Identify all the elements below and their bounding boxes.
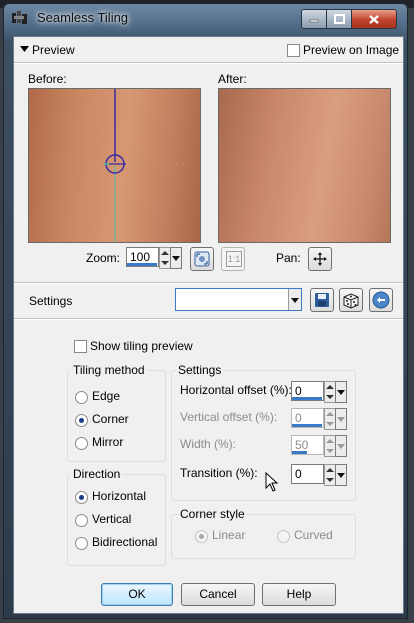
vertical-offset-dropdown[interactable] xyxy=(335,408,347,430)
pan-label: Pan: xyxy=(276,251,301,265)
tiling-method-edge-radio[interactable] xyxy=(75,391,88,404)
width-spinner[interactable]: 50 xyxy=(291,435,347,457)
direction-vertical-label[interactable]: Vertical xyxy=(92,512,131,526)
minimize-button[interactable] xyxy=(301,9,327,29)
transition-dropdown[interactable] xyxy=(335,464,347,486)
ok-button[interactable]: OK xyxy=(101,583,173,606)
tiling-method-edge-label[interactable]: Edge xyxy=(92,389,120,403)
zoom-value: 100 xyxy=(130,250,151,264)
tiling-method-mirror-radio[interactable] xyxy=(75,437,88,450)
direction-title: Direction xyxy=(71,467,123,481)
width-dropdown[interactable] xyxy=(335,435,347,457)
zoom-spinner[interactable]: 100 xyxy=(126,247,182,269)
preview-on-image-label[interactable]: Preview on Image xyxy=(303,43,399,57)
minimize-icon xyxy=(309,19,319,23)
tiling-crosshair[interactable] xyxy=(29,89,200,242)
show-tiling-preview-checkbox[interactable] xyxy=(74,340,87,353)
settings-group: Settings Horizontal offset (%): 0 Vertic… xyxy=(171,363,356,501)
direction-group: Direction Horizontal Vertical Bidirectio… xyxy=(67,467,166,566)
after-preview-image xyxy=(218,88,391,243)
tiling-method-title: Tiling method xyxy=(71,363,147,377)
zoom-dropdown[interactable] xyxy=(170,247,182,269)
before-preview-image[interactable] xyxy=(28,88,201,243)
vertical-offset-label: Vertical offset (%): xyxy=(180,410,278,424)
undo-arrow-icon xyxy=(372,291,390,309)
before-label: Before: xyxy=(28,72,67,86)
maximize-icon xyxy=(333,14,345,24)
window-title: Seamless Tiling xyxy=(37,10,129,25)
corner-style-group: Corner style Linear Curved xyxy=(171,507,356,559)
settings-top-divider xyxy=(14,282,403,284)
collapse-triangle-icon[interactable] xyxy=(20,46,29,53)
transition-value: 0 xyxy=(295,467,302,481)
direction-horizontal-label[interactable]: Horizontal xyxy=(92,489,146,503)
corner-style-linear-label[interactable]: Linear xyxy=(212,528,245,542)
vertical-offset-spinner[interactable]: 0 xyxy=(291,408,347,430)
cancel-button[interactable]: Cancel xyxy=(181,583,255,606)
zoom-to-fit-button[interactable] xyxy=(190,247,214,271)
direction-bidirectional-label[interactable]: Bidirectional xyxy=(92,535,157,549)
horizontal-offset-label: Horizontal offset (%): xyxy=(180,383,292,397)
close-button[interactable] xyxy=(351,9,397,29)
settings-bottom-divider xyxy=(14,318,403,320)
corner-style-title: Corner style xyxy=(178,507,247,521)
pan-button[interactable] xyxy=(308,247,332,271)
preset-dropdown[interactable] xyxy=(175,288,302,311)
tiling-method-corner-radio[interactable] xyxy=(75,414,88,427)
settings-bar-label: Settings xyxy=(29,294,73,308)
move-icon xyxy=(313,252,327,266)
preview-divider xyxy=(14,62,403,64)
direction-horizontal-radio[interactable] xyxy=(75,491,88,504)
direction-bidirectional-radio[interactable] xyxy=(75,537,88,550)
preview-section-label[interactable]: Preview xyxy=(32,43,75,57)
preview-on-image-checkbox[interactable] xyxy=(287,44,300,57)
preset-dropdown-arrow[interactable] xyxy=(288,289,301,310)
tiling-method-mirror-label[interactable]: Mirror xyxy=(92,435,123,449)
corner-style-curved-radio[interactable] xyxy=(277,530,290,543)
horizontal-offset-value: 0 xyxy=(295,384,302,398)
transition-slider[interactable] xyxy=(292,480,322,483)
chevron-down-icon xyxy=(291,298,299,303)
horizontal-offset-slider[interactable] xyxy=(292,397,322,400)
transition-spinner[interactable]: 0 xyxy=(291,464,347,486)
mouse-cursor-icon xyxy=(265,472,279,492)
tiling-method-corner-label[interactable]: Corner xyxy=(92,412,129,426)
corner-style-curved-label[interactable]: Curved xyxy=(294,528,333,542)
close-icon xyxy=(369,14,379,24)
vertical-offset-value: 0 xyxy=(295,411,302,425)
after-label: After: xyxy=(218,72,247,86)
dialog-client-area: Preview Preview on Image Before: After: … xyxy=(13,36,404,614)
reset-button[interactable] xyxy=(369,288,393,312)
zoom-fit-icon xyxy=(194,251,210,267)
maximize-button[interactable] xyxy=(326,9,352,29)
title-bar[interactable]: Seamless Tiling xyxy=(3,3,408,33)
app-icon xyxy=(12,11,27,24)
horizontal-offset-dropdown[interactable] xyxy=(335,381,347,403)
zoom-slider-bar[interactable] xyxy=(127,263,157,266)
width-slider[interactable] xyxy=(292,451,307,454)
dialog-window: Seamless Tiling Preview Preview on Image… xyxy=(3,3,408,619)
zoom-actual-size-button[interactable]: 1:1 xyxy=(221,247,245,271)
show-tiling-preview-label[interactable]: Show tiling preview xyxy=(90,339,193,353)
zoom-label: Zoom: xyxy=(86,251,121,265)
horizontal-offset-spinner[interactable]: 0 xyxy=(291,381,347,403)
corner-style-linear-radio[interactable] xyxy=(195,530,208,543)
transition-label: Transition (%): xyxy=(180,466,258,480)
randomize-button[interactable] xyxy=(339,288,363,312)
settings-group-title: Settings xyxy=(176,363,224,377)
width-label: Width (%): xyxy=(180,437,237,451)
save-preset-button[interactable] xyxy=(310,288,334,312)
width-value: 50 xyxy=(295,438,309,452)
vertical-offset-slider[interactable] xyxy=(292,424,322,427)
direction-vertical-radio[interactable] xyxy=(75,514,88,527)
actual-size-icon: 1:1 xyxy=(226,251,242,267)
help-button[interactable]: Help xyxy=(262,583,336,606)
tiling-method-group: Tiling method Edge Corner Mirror xyxy=(67,363,166,462)
floppy-disk-icon xyxy=(315,293,329,307)
dice-icon xyxy=(343,293,359,309)
